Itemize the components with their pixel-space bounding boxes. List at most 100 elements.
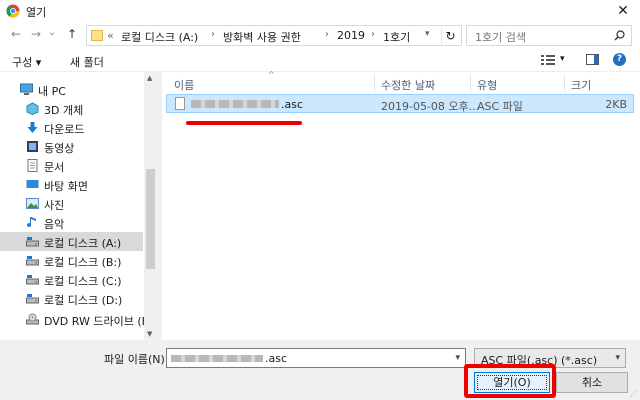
close-button[interactable]: ✕	[606, 0, 640, 22]
sidebar-item-drive-b[interactable]: 로컬 디스크 (B:)	[0, 251, 143, 270]
search-box[interactable]: 1호기 검색	[466, 25, 632, 46]
breadcrumb-separator[interactable]: ›	[371, 29, 375, 40]
view-options-icon[interactable]	[541, 54, 555, 66]
sidebar-item-pictures[interactable]: 사진	[0, 194, 143, 213]
navigation-pane: 내 PC 3D 개체 다운로드 동영상 문서 바탕 화면 사진 음악 로컬 디스…	[0, 72, 157, 340]
sidebar-item-label: 다운로드	[44, 123, 85, 136]
column-header-size[interactable]: 크기	[571, 77, 591, 93]
table-row[interactable]: .asc 2019-05-08 오후... ASC 파일 2KB	[166, 94, 634, 113]
scroll-down-icon[interactable]: ▼	[147, 330, 152, 338]
drive-icon	[26, 294, 39, 304]
sidebar-item-downloads[interactable]: 다운로드	[0, 118, 143, 137]
column-divider[interactable]	[374, 74, 375, 92]
sidebar-item-this-pc[interactable]: 내 PC	[0, 80, 143, 99]
dvd-drive-icon	[26, 313, 39, 325]
file-size: 2KB	[605, 98, 627, 111]
breadcrumb-2019[interactable]: 2019	[337, 29, 365, 42]
sidebar-item-label: 사진	[44, 199, 65, 212]
redacted-filename	[171, 355, 263, 362]
file-name-extension: .asc	[281, 98, 304, 111]
back-button[interactable]: ←	[8, 27, 24, 41]
navigation-bar: ← → ⌄ ↑ « 로컬 디스크 (A:) › 방화벽 사용 권한 › 2019…	[0, 22, 640, 48]
sidebar-item-label: DVD RW 드라이브 (E:)	[44, 315, 157, 328]
scroll-up-icon[interactable]: ▲	[147, 74, 152, 82]
help-icon[interactable]: ?	[613, 53, 626, 66]
address-overflow[interactable]: «	[107, 29, 114, 42]
column-header-modified[interactable]: 수정한 날짜	[381, 77, 435, 93]
sidebar-item-label: 로컬 디스크 (B:)	[44, 256, 122, 269]
breadcrumb-drive-a[interactable]: 로컬 디스크 (A:)	[121, 29, 198, 45]
column-header-name[interactable]: 이름	[174, 77, 194, 93]
sidebar-item-label: 내 PC	[38, 85, 66, 98]
filename-label: 파일 이름(N):	[104, 353, 169, 366]
redacted-filename	[191, 100, 279, 108]
sidebar-item-label: 동영상	[44, 142, 75, 155]
sidebar-item-label: 음악	[44, 218, 65, 231]
chevron-down-icon[interactable]: ▾	[615, 353, 620, 363]
chevron-down-icon[interactable]: ▾	[425, 29, 430, 39]
sort-ascending-icon: ^	[268, 70, 275, 79]
file-icon	[175, 97, 185, 110]
sidebar-item-drive-d[interactable]: 로컬 디스크 (D:)	[0, 289, 143, 308]
desktop-icon	[26, 180, 39, 188]
filename-input[interactable]: .asc ▾	[166, 348, 466, 368]
drive-icon	[26, 275, 39, 285]
cancel-button[interactable]: 취소	[556, 372, 628, 393]
video-icon	[27, 141, 38, 152]
sidebar-item-drive-a[interactable]: 로컬 디스크 (A:)	[0, 232, 143, 251]
search-placeholder: 1호기 검색	[475, 31, 526, 44]
command-toolbar: 구성 ▾ 새 폴더 ▾ ?	[0, 48, 640, 72]
annotation-underline	[186, 121, 302, 125]
address-bar[interactable]: « 로컬 디스크 (A:) › 방화벽 사용 권한 › 2019 › 1호기 ▾…	[86, 25, 462, 46]
refresh-button[interactable]: ↻	[441, 27, 459, 46]
drive-icon	[26, 256, 39, 266]
sidebar-item-label: 문서	[44, 161, 65, 174]
sidebar-item-dvd-drive[interactable]: DVD RW 드라이브 (E:)	[0, 310, 157, 329]
file-type: ASC 파일	[477, 100, 523, 113]
pc-icon	[20, 83, 33, 95]
chevron-down-icon[interactable]: ▾	[560, 54, 565, 64]
title-bar: 열기 ✕	[0, 0, 640, 22]
file-list: ^ 이름 수정한 날짜 유형 크기 .asc 2019-05-08 오후... …	[162, 70, 640, 340]
scrollbar-thumb[interactable]	[146, 169, 155, 269]
drive-icon	[26, 237, 39, 247]
preview-pane-icon[interactable]	[586, 54, 599, 65]
search-icon	[614, 30, 625, 41]
sidebar-item-label: 바탕 화면	[44, 180, 88, 193]
breadcrumb-separator[interactable]: ›	[211, 29, 215, 40]
column-divider[interactable]	[470, 74, 471, 92]
file-modified: 2019-05-08 오후...	[381, 100, 480, 113]
resize-grip-icon[interactable]: ⋰	[630, 389, 638, 398]
sidebar-item-documents[interactable]: 문서	[0, 156, 143, 175]
music-icon	[27, 217, 36, 228]
document-icon	[27, 159, 38, 172]
chevron-down-icon[interactable]: ▾	[455, 353, 460, 363]
folder-icon	[91, 30, 103, 41]
organize-button[interactable]: 구성 ▾	[12, 54, 41, 70]
sidebar-item-videos[interactable]: 동영상	[0, 137, 143, 156]
recent-locations-button[interactable]: ⌄	[44, 27, 60, 38]
forward-button[interactable]: →	[28, 27, 44, 41]
filename-value: .asc	[265, 352, 288, 365]
new-folder-button[interactable]: 새 폴더	[70, 54, 104, 70]
chrome-icon	[6, 4, 20, 18]
up-button[interactable]: ↑	[64, 27, 80, 41]
column-header-type[interactable]: 유형	[477, 77, 497, 93]
3d-objects-icon	[26, 102, 39, 115]
download-icon	[27, 122, 38, 133]
sidebar-item-label: 로컬 디스크 (C:)	[44, 275, 122, 288]
window-title: 열기	[26, 6, 47, 19]
pictures-icon	[26, 198, 39, 209]
breadcrumb-unit1[interactable]: 1호기	[383, 29, 410, 45]
sidebar-item-drive-c[interactable]: 로컬 디스크 (C:)	[0, 270, 143, 289]
breadcrumb-separator[interactable]: ›	[325, 29, 329, 40]
sidebar-item-label: 로컬 디스크 (D:)	[44, 294, 123, 307]
sidebar-scrollbar[interactable]: ▲ ▼	[144, 72, 157, 340]
sidebar-item-desktop[interactable]: 바탕 화면	[0, 175, 143, 194]
sidebar-item-music[interactable]: 음악	[0, 213, 143, 232]
sidebar-item-label: 3D 개체	[44, 104, 84, 117]
sidebar-item-3d-objects[interactable]: 3D 개체	[0, 99, 143, 118]
column-divider[interactable]	[564, 74, 565, 92]
sidebar-item-label: 로컬 디스크 (A:)	[44, 237, 122, 250]
breadcrumb-firewall[interactable]: 방화벽 사용 권한	[223, 29, 301, 45]
